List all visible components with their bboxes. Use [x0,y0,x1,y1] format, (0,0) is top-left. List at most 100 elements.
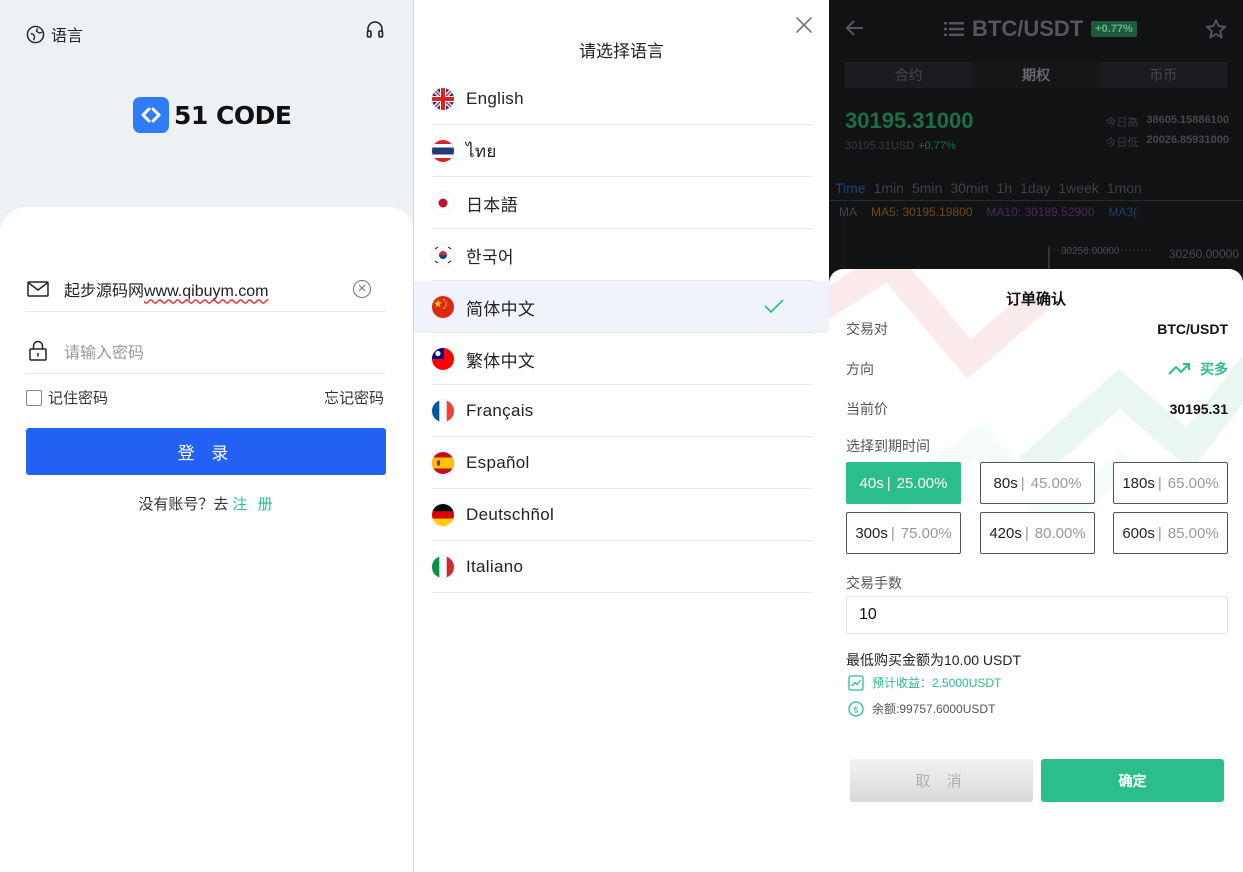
account-input[interactable]: 起步源码网www.qibuym.com [64,277,353,301]
language-item-korean[interactable]: 한국어 [414,229,829,281]
lock-icon [26,340,50,361]
language-label: 简体中文 [466,299,536,319]
tab-options[interactable]: 期权 [972,62,1100,88]
mail-icon [26,280,50,297]
trade-panel: BTC/USDT +0.77% 合约 期权 币币 30195.31000 301… [829,0,1243,872]
language-item-french[interactable]: Français [414,385,829,437]
min-amount-text: 最低购买金额为10.00 USDT [846,652,1022,668]
ma-indicators: MA MA5: 30195.19800 MA10: 30189.52900 MA… [839,205,1137,219]
language-label: Français [466,401,534,420]
change-badge: +0.77% [1091,21,1137,37]
spain-flag-icon [432,452,454,474]
chart-price-mid: 30258.00000 [1061,246,1120,257]
language-label: ไทย [466,141,497,161]
china-flag-icon [432,296,454,318]
order-confirm-modal: 订单确认 交易对 BTC/USDT 方向 买多 当前价 30195.31 选择到… [829,269,1243,872]
modal-title: 订单确认 [1005,291,1066,308]
language-label: Italiano [466,557,524,576]
cancel-button[interactable]: 取 消 [850,759,1033,802]
pair-row: 交易对 BTC/USDT [846,319,1228,339]
expiry-option-80s[interactable]: 80s | 45.00% [980,462,1095,504]
expiry-option-40s[interactable]: 40s | 25.00% [846,462,961,504]
svg-text:$: $ [853,705,859,715]
language-item-traditional-chinese[interactable]: 繁体中文 [414,333,829,385]
language-label: 语言 [51,28,84,45]
language-item-japanese[interactable]: 日本語 [414,177,829,229]
language-item-spanish[interactable]: Español [414,437,829,489]
pair-label: 交易对 [846,321,888,337]
ma30-value: MA3( [1108,205,1138,219]
remember-checkbox[interactable] [26,389,42,406]
price-usd: 30195.31USD +0.77% [845,140,956,152]
language-label: 한국어 [466,247,514,267]
uk-flag-icon [432,88,454,110]
quantity-input[interactable]: 10 [846,596,1228,634]
market-tabs: 合约 期权 币币 [845,62,1227,88]
globe-icon [26,25,45,43]
language-label: Deutschñol [466,505,555,524]
expiry-option-600s[interactable]: 600s | 85.00% [1113,512,1228,554]
language-item-english[interactable]: English [414,73,829,125]
password-field[interactable]: 请输入密码 [26,328,385,374]
language-label: 日本語 [466,195,518,215]
password-input[interactable]: 请输入密码 [64,339,385,363]
coin-icon: $ [848,700,864,717]
interval-1day[interactable]: 1day [1020,180,1050,196]
forgot-password-link[interactable]: 忘记密码 [324,387,384,408]
interval-30min[interactable]: 30min [950,180,988,196]
interval-1week[interactable]: 1week [1058,180,1098,196]
language-label: English [466,89,524,108]
germany-flag-icon [432,504,454,526]
account-field[interactable]: 起步源码网www.qibuym.com ✕ [26,266,385,312]
register-link[interactable]: 注 册 [232,496,275,513]
register-prompt: 没有账号？去注 册 [0,493,413,514]
customer-service-icon[interactable] [365,20,385,45]
italy-flag-icon [432,556,454,578]
pair-title[interactable]: BTC/USDT +0.77% [944,16,1137,42]
expected-profit: 预计收益：2.5000USDT [848,674,1001,691]
korea-flag-icon [432,244,454,266]
ma10-value: MA10: 30189.52900 [986,205,1095,219]
thailand-flag-icon [432,140,454,162]
pair-name: BTC/USDT [972,16,1084,41]
star-icon[interactable] [1205,18,1227,40]
interval-1mon[interactable]: 1mon [1107,180,1142,196]
language-list: English ไทย 日本語 한국어 简体中文 繁体中文 Français E… [414,73,829,593]
language-item-simplified-chinese[interactable]: 简体中文 [414,281,829,333]
back-arrow-icon[interactable] [845,18,865,38]
interval-1min[interactable]: 1min [874,180,904,196]
ma5-value: MA5: 30195.19800 [871,205,973,219]
direction-label: 方向 [846,361,874,377]
language-item-german[interactable]: Deutschñol [414,489,829,541]
confirm-button[interactable]: 确定 [1041,759,1224,802]
language-switch[interactable]: 语言 [26,22,83,46]
chart-icon [848,674,864,691]
tab-spot[interactable]: 币币 [1100,62,1227,88]
interval-1h[interactable]: 1h [996,180,1012,196]
interval-time[interactable]: Time [835,180,866,196]
interval-5min[interactable]: 5min [912,180,942,196]
expiry-option-420s[interactable]: 420s | 80.00% [980,512,1095,554]
login-button[interactable]: 登 录 [26,428,386,475]
close-icon[interactable] [795,16,813,39]
no-account-text: 没有账号？去 [138,496,229,513]
direction-row: 方向 买多 [846,359,1228,379]
clear-icon[interactable]: ✕ [353,279,371,298]
brand-name: 51 CODE [174,100,292,130]
expiry-option-300s[interactable]: 300s | 75.00% [846,512,961,554]
expiry-option-180s[interactable]: 180s | 65.00% [1113,462,1228,504]
direction-value: 买多 [1168,359,1228,379]
brand-logo: 51 CODE [133,97,292,133]
language-label: 繁体中文 [466,351,536,371]
expiry-label: 选择到期时间 [846,438,930,454]
language-item-italian[interactable]: Italiano [414,541,829,593]
last-price: 30195.31000 [845,108,974,133]
france-flag-icon [432,400,454,422]
tab-contract[interactable]: 合约 [845,62,972,88]
trade-header: BTC/USDT +0.77% [829,0,1243,60]
price-row: 当前价 30195.31 [846,399,1228,419]
today-high: 今日高 38605.15886100 [1105,114,1229,129]
check-icon [764,299,784,314]
remember-password[interactable]: 记住密码 [26,387,108,408]
language-item-thai[interactable]: ไทย [414,125,829,177]
